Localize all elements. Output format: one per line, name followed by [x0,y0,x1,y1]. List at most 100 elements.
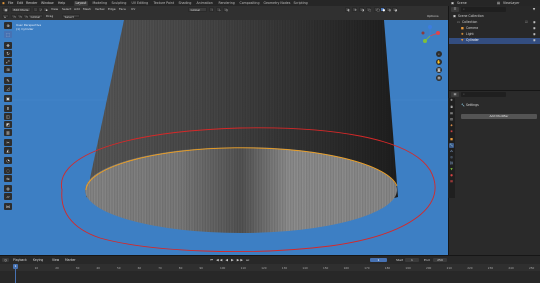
outliner-root-row[interactable]: ▣ Scene Collection [449,14,540,20]
tab-animation[interactable]: Animation [195,1,214,6]
timeline-editor-icon[interactable]: ◷ [2,258,9,262]
shrink-tool-icon[interactable]: ◍ [4,185,12,192]
tab-modeling[interactable]: Modeling [91,1,109,6]
menu-view[interactable]: View [51,7,58,11]
add-cube-tool-icon[interactable]: ▣ [4,95,12,102]
edge-slide-tool-icon[interactable]: ⇋ [4,175,12,182]
outliner-row-collection[interactable]: ▭ Collection ☑ ◉ [449,20,540,26]
navigation-gizmo[interactable] [418,24,442,48]
end-frame-field[interactable]: 250 [433,257,447,262]
measure-tool-icon[interactable]: ◿ [4,85,12,92]
select-mode-extend-icon[interactable]: ▭ [17,13,22,19]
visibility-eye-icon[interactable]: ◉ [533,20,536,26]
current-frame-field[interactable]: 1 [370,257,387,262]
transform-orientation-selector[interactable]: Global [188,7,207,12]
timeline-ruler[interactable] [0,264,540,271]
menu-marker[interactable]: Marker [65,258,76,262]
menu-edit[interactable]: Edit [17,1,23,5]
add-modifier-button[interactable]: Add Modifier [461,114,537,119]
loop-cut-tool-icon[interactable]: ▥ [4,129,12,136]
proportional-edit-icon[interactable]: ◎ [223,7,228,12]
tab-sculpting[interactable]: Sculpting [110,1,128,6]
outliner-row-cylinder[interactable]: ▼ Cylinder ◉ [449,38,540,44]
inset-tool-icon[interactable]: ◫ [4,113,12,120]
exclude-checkbox-icon[interactable]: ☑ [525,20,528,26]
tab-layout[interactable]: Layout [74,0,88,6]
tool-settings-icon[interactable]: ▸ [2,13,9,19]
particles-tab-icon[interactable]: ⁂ [449,149,454,154]
properties-type-icon[interactable]: ▤ [451,92,459,97]
properties-search-icon[interactable]: ⌕ [461,92,506,97]
scene-selector[interactable]: Scene [457,1,467,5]
annotate-tool-icon[interactable]: ✎ [4,77,12,84]
editor-type-icon[interactable]: ▦ [2,7,9,12]
tool-tab-icon[interactable]: ✥ [449,98,454,103]
camera-view-icon[interactable]: ◙ [436,67,442,73]
scale-tool-icon[interactable]: ⤢ [4,58,12,65]
3d-viewport[interactable]: User Perspective (1) Cylinder ⌕ ✋ ◙ ▦ [0,20,448,255]
face-select-icon[interactable]: ▪ [43,7,48,12]
texture-tab-icon[interactable]: ▦ [449,179,454,184]
output-tab-icon[interactable]: ▤ [449,111,454,116]
modifiers-tab-icon[interactable]: 🔧 [449,143,454,148]
outliner-row-camera[interactable]: ■ Camera ◉ [449,26,540,32]
menu-window[interactable]: Window [41,1,54,5]
xray-toggle-icon[interactable]: ▢ [366,7,371,12]
view-layer-tab-icon[interactable]: ▥ [449,117,454,122]
start-frame-field[interactable]: 1 [405,257,419,262]
select-mode-new-icon[interactable]: ▭ [11,13,16,19]
scene-tab-icon[interactable]: ◆ [449,123,454,128]
menu-mesh[interactable]: Mesh [83,7,91,11]
menu-playback[interactable]: Playback [13,258,27,262]
tab-scripting[interactable]: Scripting [292,1,309,6]
data-tab-icon[interactable]: ▼ [449,167,454,172]
shear-tool-icon[interactable]: ▱ [4,193,12,200]
visibility-eye-icon[interactable]: ◉ [533,32,536,38]
knife-tool-icon[interactable]: ✂ [4,139,12,146]
blender-logo-icon[interactable]: ◉ [2,1,5,5]
constraints-tab-icon[interactable]: ⛓ [449,161,454,166]
tab-uv-editing[interactable]: UV Editing [130,1,150,6]
visibility-eye-icon[interactable]: ◉ [533,38,536,44]
transform-orientation-sub[interactable]: Global [28,13,43,19]
transform-tool-icon[interactable]: ⊞ [4,66,12,73]
gizmo-toggle-icon[interactable]: ✛ [352,7,357,12]
filter-icon[interactable]: ▼ [531,7,537,12]
rotate-tool-icon[interactable]: ↻ [4,50,12,57]
menu-face[interactable]: Face [119,7,126,11]
cursor-tool-icon[interactable]: ⊕ [4,22,12,29]
viewport-visibility-icon[interactable]: ◐ [345,7,350,12]
view-layer-selector[interactable]: ViewLayer [503,1,519,5]
rip-tool-icon[interactable]: ⋈ [4,203,12,210]
shading-rendered-icon[interactable]: ◕ [392,7,397,12]
world-tab-icon[interactable]: ◉ [449,129,454,134]
menu-help[interactable]: Help [58,1,65,5]
extrude-tool-icon[interactable]: ⬆ [4,105,12,112]
shading-material-icon[interactable]: ◍ [386,7,391,12]
menu-view[interactable]: View [52,258,59,262]
poly-build-tool-icon[interactable]: ◭ [4,147,12,154]
tab-geometry-nodes[interactable]: Geometry Nodes [262,1,292,6]
visibility-eye-icon[interactable]: ◉ [533,26,536,32]
pan-hand-icon[interactable]: ✋ [436,59,442,65]
outliner-type-icon[interactable]: ☰ [451,7,459,12]
select-box-dropdown[interactable]: Select Box [62,13,80,23]
tab-texture-paint[interactable]: Texture Paint [152,1,176,6]
perspective-toggle-icon[interactable]: ▦ [436,75,442,81]
bevel-tool-icon[interactable]: ◩ [4,121,12,128]
mode-selector[interactable]: Edit Mode [11,7,31,12]
options-menu[interactable]: Options [427,14,439,18]
outliner-search-icon[interactable]: ⌕ [461,7,506,12]
shading-solid-icon[interactable]: ● [380,7,385,12]
object-tab-icon[interactable]: ■ [449,137,454,142]
menu-keying[interactable]: Keying [33,258,43,262]
menu-vertex[interactable]: Vertex [95,7,105,11]
outliner-row-light[interactable]: ✺ Light ◉ [449,32,540,38]
tab-compositing[interactable]: Compositing [238,1,261,6]
snap-icon[interactable]: ⊹ [216,7,221,12]
move-tool-icon[interactable]: ✥ [4,42,12,49]
tab-shading[interactable]: Shading [177,1,193,6]
menu-file[interactable]: File [8,1,13,5]
zoom-icon[interactable]: ⌕ [436,51,442,57]
pivot-icon[interactable]: ◦ [209,7,214,12]
